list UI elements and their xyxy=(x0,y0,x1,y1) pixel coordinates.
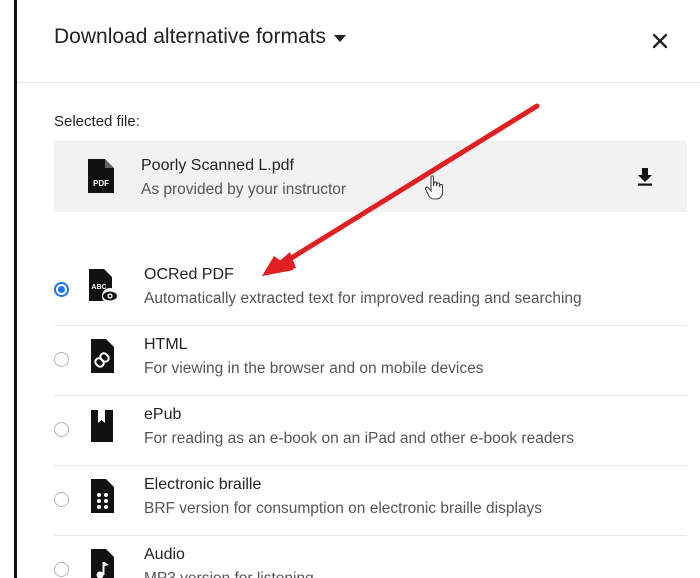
format-option-electronic-braille[interactable]: Electronic braille BRF version for consu… xyxy=(54,465,687,536)
format-option-ocred-pdf[interactable]: ABC OCRed PDF Automatically extracted te… xyxy=(54,255,687,326)
format-radio-electronic-braille[interactable] xyxy=(54,492,69,507)
format-description: MP3 version for listening xyxy=(144,570,314,578)
format-title: Audio xyxy=(144,546,185,563)
format-title: HTML xyxy=(144,336,188,353)
svg-text:PDF: PDF xyxy=(93,179,109,188)
format-radio-ocred-pdf[interactable] xyxy=(54,282,69,297)
download-formats-dialog: Download alternative formats Selected fi… xyxy=(17,0,700,578)
format-radio-audio[interactable] xyxy=(54,562,69,577)
download-icon[interactable] xyxy=(634,165,656,187)
selected-file-label: Selected file: xyxy=(54,113,140,130)
svg-text:ABC: ABC xyxy=(91,284,106,291)
ocr-pdf-icon: ABC xyxy=(89,269,118,304)
format-title: ePub xyxy=(144,406,182,423)
format-radio-html[interactable] xyxy=(54,352,69,367)
braille-icon xyxy=(91,479,114,513)
format-description: For viewing in the browser and on mobile… xyxy=(144,360,484,377)
format-option-html[interactable]: HTML For viewing in the browser and on m… xyxy=(54,325,687,396)
pdf-file-icon: PDF xyxy=(88,159,114,193)
format-description: For reading as an e-book on an iPad and … xyxy=(144,430,574,447)
format-description: BRF version for consumption on electroni… xyxy=(144,500,543,517)
close-icon[interactable] xyxy=(647,28,673,54)
dialog-title: Download alternative formats xyxy=(54,25,326,48)
epub-book-icon xyxy=(91,410,113,442)
format-option-epub[interactable]: ePub For reading as an e-book on an iPad… xyxy=(54,395,687,466)
format-description: Automatically extracted text for improve… xyxy=(144,290,582,307)
dialog-title-dropdown[interactable]: Download alternative formats xyxy=(54,25,346,49)
audio-music-icon xyxy=(91,549,114,578)
hand-cursor-icon xyxy=(424,175,444,200)
format-radio-epub[interactable] xyxy=(54,422,69,437)
selected-file-card: PDF Poorly Scanned L.pdf As provided by … xyxy=(54,141,687,212)
format-title: Electronic braille xyxy=(144,476,262,493)
html-link-icon xyxy=(91,339,114,373)
dialog-header: Download alternative formats xyxy=(17,0,700,83)
selected-file-description: As provided by your instructor xyxy=(141,181,347,198)
format-option-audio[interactable]: Audio MP3 version for listening xyxy=(54,535,687,578)
selected-file-name: Poorly Scanned L.pdf xyxy=(141,157,294,174)
caret-down-icon xyxy=(333,34,346,42)
format-title: OCRed PDF xyxy=(144,266,234,283)
